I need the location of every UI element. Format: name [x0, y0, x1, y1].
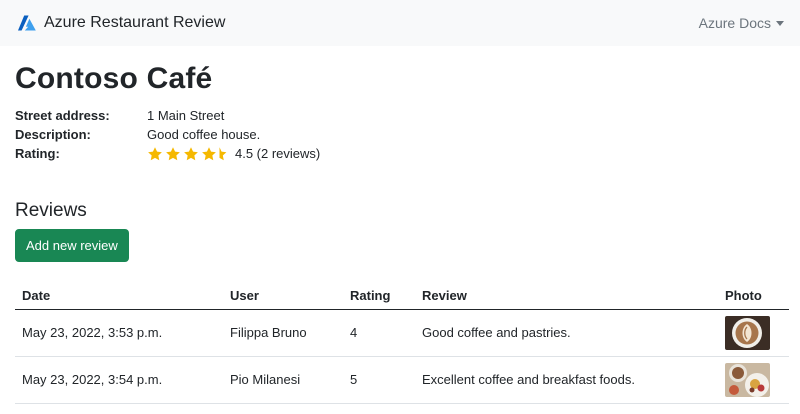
description-row: Description: Good coffee house. — [15, 125, 788, 144]
address-value: 1 Main Street — [147, 108, 225, 123]
review-rating: 4 — [343, 309, 415, 357]
review-text: Good coffee and pastries. — [415, 309, 718, 357]
column-header-review: Review — [415, 282, 718, 310]
latte-art-photo[interactable] — [725, 315, 770, 350]
azure-docs-label: Azure Docs — [698, 15, 771, 31]
brand-title: Azure Restaurant Review — [44, 14, 226, 31]
add-review-button[interactable]: Add new review — [15, 229, 129, 262]
column-header-rating: Rating — [343, 282, 415, 310]
table-header-row: Date User Rating Review Photo — [15, 282, 789, 310]
review-photo-cell — [718, 356, 789, 404]
review-date: May 23, 2022, 3:53 p.m. — [15, 309, 223, 357]
reviews-table: Date User Rating Review Photo May 23, 20… — [15, 282, 789, 404]
address-row: Street address: 1 Main Street — [15, 106, 788, 125]
star-full-icon — [201, 146, 217, 162]
table-row: May 23, 2022, 3:53 p.m. Filippa Bruno 4 … — [15, 309, 789, 357]
restaurant-details: Street address: 1 Main Street Descriptio… — [15, 106, 788, 163]
main-content: Contoso Café Street address: 1 Main Stre… — [0, 62, 800, 404]
address-label: Street address: — [15, 108, 110, 123]
description-label: Description: — [15, 127, 91, 142]
review-text: Excellent coffee and breakfast foods. — [415, 356, 718, 404]
rating-value: 4.5 (2 reviews) — [147, 146, 320, 162]
restaurant-name: Contoso Café — [15, 62, 213, 95]
review-date: May 23, 2022, 3:54 p.m. — [15, 356, 223, 404]
rating-text: 4.5 (2 reviews) — [235, 146, 321, 161]
column-header-user: User — [223, 282, 343, 310]
reviews-heading: Reviews — [15, 200, 87, 221]
azure-logo-icon — [18, 15, 36, 31]
breakfast-photo[interactable] — [725, 362, 770, 397]
star-full-icon — [183, 146, 199, 162]
star-full-icon — [165, 146, 181, 162]
azure-docs-dropdown[interactable]: Azure Docs — [699, 15, 784, 31]
review-user: Pio Milanesi — [223, 356, 343, 404]
star-half-icon — [219, 146, 228, 162]
navbar-brand[interactable]: Azure Restaurant Review — [18, 14, 225, 32]
caret-down-icon — [776, 21, 784, 26]
review-rating: 5 — [343, 356, 415, 404]
star-rating — [147, 146, 228, 162]
navbar: Azure Restaurant Review Azure Docs — [0, 0, 800, 46]
description-value: Good coffee house. — [147, 127, 261, 142]
rating-row: Rating: 4.5 (2 reviews) — [15, 144, 788, 163]
column-header-photo: Photo — [718, 282, 789, 310]
column-header-date: Date — [15, 282, 223, 310]
review-user: Filippa Bruno — [223, 309, 343, 357]
table-row: May 23, 2022, 3:54 p.m. Pio Milanesi 5 E… — [15, 356, 789, 404]
rating-label: Rating: — [15, 146, 60, 161]
review-photo-cell — [718, 309, 789, 357]
star-full-icon — [147, 146, 163, 162]
